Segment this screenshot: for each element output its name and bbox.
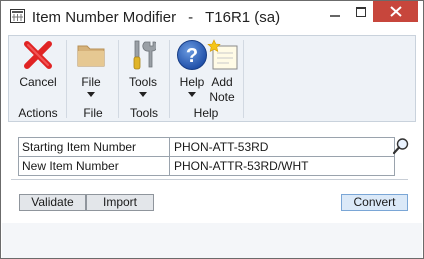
ribbon-divider — [243, 40, 244, 118]
minimize-icon — [330, 14, 340, 17]
maximize-button[interactable] — [348, 1, 373, 22]
help-question-icon: ? — [177, 40, 207, 70]
close-button[interactable] — [373, 1, 418, 22]
title-separator: - — [188, 9, 194, 26]
window: Item Number Modifier - T16R1 (sa) Cancel A… — [0, 0, 424, 259]
tools-icon — [133, 40, 156, 70]
add-note-label-line2: Note — [209, 90, 235, 104]
file-dropdown-arrow-icon — [87, 92, 95, 97]
tools-menu-button[interactable]: Tools — [121, 36, 165, 106]
title-bar: Item Number Modifier - T16R1 (sa) — [1, 1, 423, 35]
tools-dropdown-arrow-icon — [139, 92, 147, 97]
cancel-button[interactable]: Cancel — [13, 36, 63, 106]
starting-item-input[interactable] — [174, 138, 374, 156]
maximize-icon — [355, 6, 366, 17]
svg-text:?: ? — [186, 45, 198, 67]
add-note-button[interactable]: Add Note — [205, 36, 239, 106]
group-label-tools: Tools — [129, 106, 158, 120]
lookup-button[interactable] — [392, 137, 410, 155]
import-button[interactable]: Import — [86, 194, 154, 211]
new-item-label: New Item Number — [19, 157, 170, 175]
folder-icon — [77, 45, 105, 67]
convert-button[interactable]: Convert — [341, 194, 408, 211]
add-note-icon — [207, 39, 238, 70]
tools-label: Tools — [128, 75, 157, 89]
magnifier-icon — [392, 138, 409, 155]
file-menu-button[interactable]: File — [69, 36, 113, 106]
window-title-company: T16R1 (sa) — [205, 9, 281, 26]
red-x-icon — [24, 41, 52, 69]
item-form: Starting Item Number New Item Number — [8, 128, 416, 177]
file-label: File — [81, 75, 101, 89]
window-title: Item Number Modifier - T16R1 (sa) — [1, 9, 311, 26]
new-item-row: New Item Number — [18, 156, 395, 176]
close-icon — [389, 6, 402, 17]
help-dropdown-arrow-icon — [188, 92, 196, 97]
add-note-label-line1: Add — [211, 75, 233, 89]
group-label-help: Help — [193, 106, 219, 120]
starting-item-row: Starting Item Number — [18, 137, 395, 157]
window-title-name: Item Number Modifier — [31, 9, 177, 26]
cancel-label: Cancel — [19, 75, 57, 89]
ribbon-toolbar: Cancel Actions File File Tools Tools ? H… — [8, 35, 416, 122]
status-area — [2, 223, 422, 258]
validate-button[interactable]: Validate — [19, 194, 86, 211]
group-label-actions: Actions — [18, 106, 58, 120]
form-divider — [11, 179, 408, 180]
group-label-file: File — [83, 106, 103, 120]
starting-item-label: Starting Item Number — [19, 138, 170, 156]
minimize-button[interactable] — [322, 1, 348, 22]
new-item-input[interactable] — [174, 157, 374, 175]
